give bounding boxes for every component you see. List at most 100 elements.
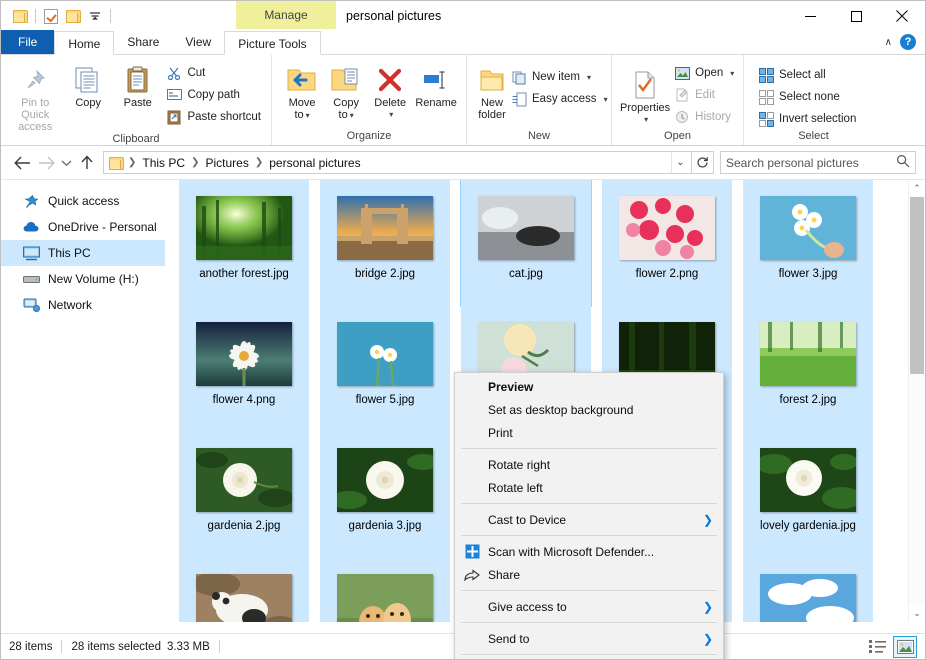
properties-caret-icon[interactable]: ▾	[644, 114, 648, 126]
search-input[interactable]: Search personal pictures	[726, 156, 896, 170]
rename-button[interactable]: Rename	[412, 60, 460, 109]
file-tile[interactable]: gardenia 2.jpg	[179, 432, 309, 558]
paste-shortcut-button[interactable]: Paste shortcut	[162, 106, 265, 128]
file-tile[interactable]: panda.jpg	[179, 558, 309, 622]
cut-button[interactable]: Cut	[162, 62, 265, 84]
menu-item-preview[interactable]: Preview	[455, 375, 723, 398]
new-folder-label-1: New	[480, 97, 503, 109]
file-tile[interactable]: cat.jpg	[460, 180, 592, 307]
file-tile[interactable]: another forest.jpg	[179, 180, 309, 306]
qat-folder-icon[interactable]	[9, 5, 31, 27]
forward-button[interactable]	[34, 151, 58, 175]
new-folder-button[interactable]: New folder	[477, 60, 507, 121]
new-item-button[interactable]: New item ▾	[507, 66, 612, 88]
minimize-button[interactable]	[787, 1, 833, 31]
paste-button[interactable]: Paste	[113, 60, 163, 109]
collapse-ribbon-icon[interactable]: ∧	[885, 37, 892, 48]
file-tile[interactable]: flower 2.png	[602, 180, 732, 306]
close-button[interactable]	[879, 1, 925, 31]
sidebar-label-this-pc: This PC	[48, 246, 91, 260]
breadcrumb-sep-1[interactable]: ❯	[190, 157, 200, 168]
menu-label-share: Share	[488, 567, 521, 582]
menu-item-print[interactable]: Print	[455, 421, 723, 444]
breadcrumb-this-pc[interactable]: This PC	[137, 156, 190, 170]
select-none-button[interactable]: Select none	[754, 86, 860, 108]
open-button[interactable]: Open ▾	[670, 62, 738, 84]
scroll-down-icon[interactable]: ⌄	[909, 605, 925, 622]
rename-icon	[421, 63, 451, 97]
pin-to-quick-access-button[interactable]: Pin to Quick access	[7, 60, 63, 133]
large-icons-view-button[interactable]	[893, 635, 917, 658]
up-button[interactable]	[75, 151, 99, 175]
copy-path-button[interactable]: Copy path	[162, 84, 265, 106]
menu-item-give-access-to[interactable]: Give access to ❯	[455, 595, 723, 618]
menu-item-rotate-left[interactable]: Rotate left	[455, 476, 723, 499]
menu-item-scan-with-defender[interactable]: Scan with Microsoft Defender...	[455, 540, 723, 563]
breadcrumb-personal-pictures[interactable]: personal pictures	[264, 156, 365, 170]
menu-item-cast-to-device[interactable]: Cast to Device ❯	[455, 508, 723, 531]
open-caret-icon[interactable]: ▾	[730, 69, 734, 78]
search-box[interactable]: Search personal pictures	[720, 151, 916, 174]
recent-locations-button[interactable]	[58, 151, 75, 175]
search-icon[interactable]	[896, 154, 910, 171]
menu-item-send-to[interactable]: Send to ❯	[455, 627, 723, 650]
file-tile[interactable]: flower 5.jpg	[320, 306, 450, 432]
select-all-button[interactable]: Select all	[754, 64, 860, 86]
sidebar-item-network[interactable]: Network	[1, 292, 165, 318]
open-icon	[674, 65, 690, 81]
easy-access-button[interactable]: Easy access ▾	[507, 88, 612, 110]
sidebar-item-onedrive[interactable]: OneDrive - Personal	[1, 214, 165, 240]
context-menu[interactable]: Preview Set as desktop background Print …	[454, 372, 724, 659]
tab-picture-tools[interactable]: Picture Tools	[224, 31, 321, 55]
tab-view[interactable]: View	[172, 30, 224, 54]
copy-button[interactable]: Copy	[63, 60, 113, 109]
maximize-button[interactable]	[833, 1, 879, 31]
scroll-up-icon[interactable]: ⌃	[909, 180, 925, 197]
tab-home[interactable]: Home	[54, 31, 115, 55]
refresh-button[interactable]	[692, 151, 714, 174]
delete-button[interactable]: Delete ▾	[368, 60, 412, 121]
easy-access-caret-icon[interactable]: ▾	[604, 95, 608, 104]
breadcrumb-bar[interactable]: ❯ This PC ❯ Pictures ❯ personal pictures…	[103, 151, 692, 174]
invert-selection-button[interactable]: Invert selection	[754, 108, 860, 130]
copy-to-button[interactable]: Copy to ▾	[324, 60, 368, 122]
qat-new-folder-icon[interactable]	[62, 5, 84, 27]
move-to-button[interactable]: Move to ▾	[280, 60, 324, 122]
sidebar-item-this-pc[interactable]: This PC	[1, 240, 165, 266]
details-view-button[interactable]	[865, 636, 889, 658]
tab-share[interactable]: Share	[114, 30, 172, 54]
file-tile[interactable]: puppies.jpg	[320, 558, 450, 622]
scrollbar-track[interactable]	[909, 197, 925, 605]
file-tile[interactable]: bridge 2.jpg	[320, 180, 450, 306]
ribbon-group-label-select: Select	[798, 130, 829, 142]
menu-item-rotate-right[interactable]: Rotate right	[455, 453, 723, 476]
ribbon-group-clipboard: Pin to Quick access Copy Paste Cut Copy …	[1, 55, 271, 145]
file-tile[interactable]: flower 4.png	[179, 306, 309, 432]
sidebar-item-new-volume[interactable]: New Volume (H:)	[1, 266, 165, 292]
file-tile[interactable]: flower 3.jpg	[743, 180, 873, 306]
tab-file[interactable]: File	[1, 30, 55, 54]
address-dropdown-icon[interactable]: ⌄	[671, 152, 689, 173]
breadcrumb-sep-2[interactable]: ❯	[254, 157, 264, 168]
new-item-caret-icon[interactable]: ▾	[587, 73, 591, 82]
delete-caret-icon[interactable]: ▾	[389, 109, 393, 121]
breadcrumb-pictures[interactable]: Pictures	[200, 156, 253, 170]
qat-properties-icon[interactable]	[40, 5, 62, 27]
menu-item-set-as-desktop-background[interactable]: Set as desktop background	[455, 398, 723, 421]
sidebar-item-quick-access[interactable]: Quick access	[1, 188, 165, 214]
file-tile[interactable]: forest 2.jpg	[743, 306, 873, 432]
vertical-scrollbar[interactable]: ⌃ ⌄	[908, 180, 925, 622]
help-icon[interactable]: ?	[900, 34, 916, 50]
rename-label: Rename	[415, 97, 457, 109]
scrollbar-thumb[interactable]	[910, 197, 924, 374]
properties-button[interactable]: Properties ▾	[620, 60, 670, 126]
qat-customize-caret-icon[interactable]	[84, 5, 106, 27]
status-item-count: 28 items	[9, 640, 53, 653]
file-tile[interactable]: lovely gardenia.jpg	[743, 432, 873, 558]
file-tile[interactable]: sky.jpg	[743, 558, 873, 622]
status-divider-2	[218, 640, 220, 653]
menu-item-share[interactable]: Share	[455, 563, 723, 586]
chevron-right-icon: ❯	[702, 599, 713, 614]
file-tile[interactable]: gardenia 3.jpg	[320, 432, 450, 558]
back-button[interactable]	[10, 151, 34, 175]
